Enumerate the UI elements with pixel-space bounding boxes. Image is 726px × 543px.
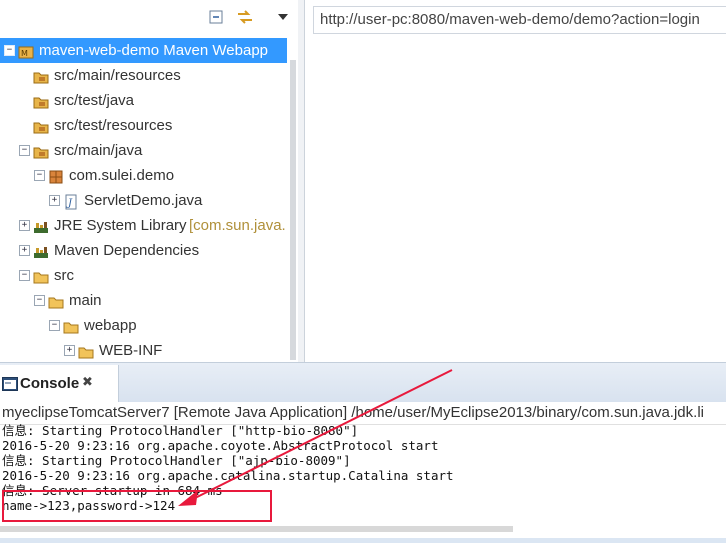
tree-item-label: src/main/java <box>54 142 143 159</box>
tree-item-label: main <box>69 292 102 309</box>
package-icon <box>48 168 64 184</box>
close-icon[interactable]: ✖ <box>82 375 93 390</box>
tree-item-label: src/test/java <box>54 92 135 109</box>
tree-item[interactable]: − Mmaven-web-demo Maven Webapp <box>0 38 287 63</box>
svg-text:J: J <box>66 198 73 209</box>
tree-item[interactable]: + WEB-INF <box>0 338 290 362</box>
tree-item-label: maven-web-demo Maven Webapp <box>39 42 269 59</box>
tree-item-label: ServletDemo.java <box>84 192 203 209</box>
collapse-icon[interactable]: − <box>4 45 15 56</box>
console-line: 信息: Server startup in 684 ms <box>2 483 223 498</box>
console-scrollbar[interactable] <box>0 526 513 532</box>
status-strip <box>0 538 726 543</box>
view-menu-icon[interactable] <box>274 8 292 26</box>
tab-console[interactable]: Console ✖ <box>0 365 119 403</box>
tree-item-label: Maven Dependencies <box>54 242 200 259</box>
explorer-scrollbar[interactable] <box>290 60 296 360</box>
package-explorer: − Mmaven-web-demo Maven Webapp src/main/re… <box>0 0 299 362</box>
browser-view: http://user-pc:8080/maven-web-demo/demo?… <box>304 0 726 362</box>
collapse-icon[interactable]: − <box>34 170 45 181</box>
explorer-toolbar <box>0 0 298 36</box>
tree-item-qualifier: [com.sun.java. <box>189 217 286 234</box>
console-line: 信息: Starting ProtocolHandler ["http-bio-… <box>2 423 359 438</box>
tree-item[interactable]: − main <box>0 288 290 313</box>
collapse-all-icon[interactable] <box>207 8 225 26</box>
console-process-header: myeclipseTomcatServer7 [Remote Java Appl… <box>0 402 726 425</box>
tree-item[interactable]: − webapp <box>0 313 290 338</box>
library-icon <box>33 243 49 259</box>
console-icon <box>2 377 18 393</box>
tree-item[interactable]: − com.sulei.demo <box>0 163 290 188</box>
tree-item[interactable]: + Maven Dependencies <box>0 238 290 263</box>
tree-item[interactable]: − src <box>0 263 290 288</box>
console-tab-label: Console <box>20 375 80 392</box>
package-folder-icon <box>33 93 49 109</box>
console-line: 信息: Starting ProtocolHandler ["ajp-bio-8… <box>2 453 351 468</box>
folder-icon <box>33 268 49 284</box>
tree-item-label: src <box>54 267 74 284</box>
project-tree: − Mmaven-web-demo Maven Webapp src/main/re… <box>0 36 290 362</box>
console-line: name->123,password->124 <box>2 498 176 513</box>
tree-item-label: webapp <box>84 317 137 334</box>
collapse-icon[interactable]: − <box>19 145 30 156</box>
link-with-editor-icon[interactable] <box>236 8 254 26</box>
java-file-icon: J <box>63 193 79 210</box>
collapse-icon[interactable]: − <box>34 295 45 306</box>
console-line: 2016-5-20 9:23:16 org.apache.coyote.Abst… <box>2 438 439 453</box>
tree-item[interactable]: src/test/java <box>0 88 290 113</box>
folder-icon <box>63 318 79 334</box>
tree-item-label: src/test/resources <box>54 117 173 134</box>
package-folder-icon <box>33 68 49 84</box>
tree-item-label: WEB-INF <box>99 342 163 359</box>
tree-item[interactable]: + JRE System Library [com.sun.java. <box>0 213 290 238</box>
folder-icon <box>78 343 94 359</box>
tree-item-label: src/main/resources <box>54 67 181 84</box>
svg-text:M: M <box>21 49 28 58</box>
library-icon <box>33 218 49 234</box>
expand-icon[interactable]: + <box>64 345 75 356</box>
tree-item[interactable]: + J ServletDemo.java <box>0 188 290 213</box>
expand-icon[interactable]: + <box>19 245 30 256</box>
collapse-icon[interactable]: − <box>19 270 30 281</box>
url-field[interactable]: http://user-pc:8080/maven-web-demo/demo?… <box>313 6 726 34</box>
console-output: 信息: Starting ProtocolHandler ["http-bio-… <box>2 423 724 513</box>
console-tabbar: Console ✖ <box>0 362 726 403</box>
package-folder-icon <box>33 118 49 134</box>
collapse-icon[interactable]: − <box>49 320 60 331</box>
expand-icon[interactable]: + <box>19 220 30 231</box>
tree-item[interactable]: src/test/resources <box>0 113 290 138</box>
folder-icon <box>48 293 64 309</box>
console-line: 2016-5-20 9:23:16 org.apache.catalina.st… <box>2 468 454 483</box>
tree-item[interactable]: − src/main/java <box>0 138 290 163</box>
expand-icon[interactable]: + <box>49 195 60 206</box>
tree-item[interactable]: src/main/resources <box>0 63 290 88</box>
project-icon: M <box>18 43 34 59</box>
tree-item-label: com.sulei.demo <box>69 167 175 184</box>
tree-item-label: JRE System Library <box>54 217 187 234</box>
package-folder-icon <box>33 143 49 159</box>
